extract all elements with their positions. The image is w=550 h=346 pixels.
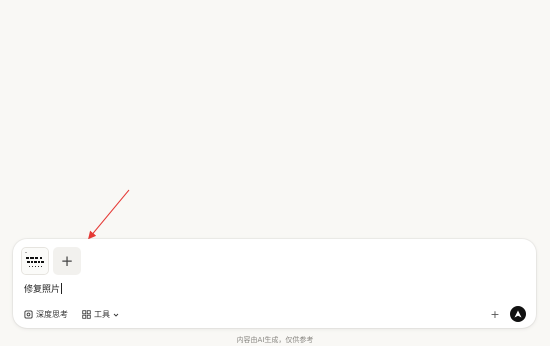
page: + 修复照片 深度思考 工具 + 内容由AI生成，仅供参考 — [0, 0, 550, 346]
send-button[interactable] — [510, 306, 526, 322]
more-options-button[interactable]: + — [490, 307, 500, 321]
message-input-value: 修复照片 — [24, 285, 61, 295]
tools-label: 工具 — [94, 310, 110, 319]
deep-think-button[interactable]: 深度思考 — [24, 309, 68, 320]
ai-disclaimer: 内容由AI生成，仅供参考 — [236, 336, 314, 344]
tools-dropdown[interactable]: 工具 — [82, 309, 119, 320]
text-caret — [61, 283, 63, 294]
deep-think-icon — [24, 310, 33, 319]
add-attachment-button[interactable]: + — [53, 247, 81, 275]
message-input[interactable]: 修复照片 — [24, 282, 63, 295]
image-thumbnail-icon — [22, 248, 48, 274]
attachment-thumbnail[interactable] — [21, 247, 49, 275]
plus-icon: + — [60, 251, 74, 270]
send-arrow-icon — [514, 310, 522, 318]
chevron-down-icon — [113, 313, 119, 317]
plus-icon: + — [490, 307, 500, 321]
deep-think-label: 深度思考 — [36, 310, 68, 319]
attachment-row: + — [21, 247, 81, 275]
composer-toolbar: 深度思考 工具 — [24, 309, 119, 320]
chat-composer: + 修复照片 深度思考 工具 + — [13, 239, 536, 328]
tools-icon — [82, 310, 91, 319]
